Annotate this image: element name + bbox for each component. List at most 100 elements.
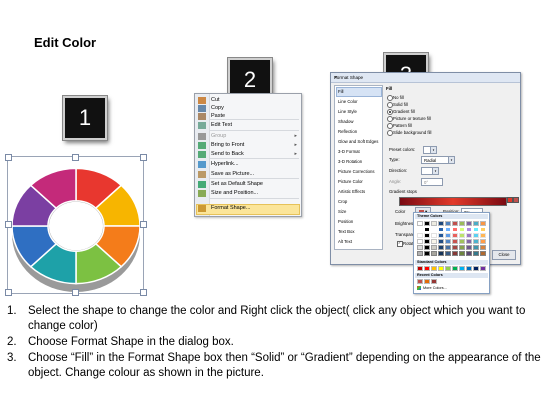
color-swatch[interactable] [459,227,465,232]
category-item[interactable]: Line Color [338,97,358,106]
resize-handle[interactable] [140,221,147,228]
resize-handle[interactable] [72,154,79,161]
color-swatch[interactable] [452,221,458,226]
color-swatch[interactable] [417,279,423,284]
color-swatch[interactable] [431,245,437,250]
color-swatch[interactable] [459,245,465,250]
color-swatch[interactable] [480,233,486,238]
more-colors-link[interactable]: More Colors... [423,286,447,290]
color-swatch[interactable] [431,239,437,244]
close-icon[interactable]: ✕ [334,75,517,81]
color-swatch[interactable] [417,245,423,250]
color-swatch[interactable] [431,266,437,271]
color-swatch[interactable] [424,266,430,271]
color-swatch[interactable] [466,227,472,232]
color-swatch[interactable] [438,245,444,250]
color-swatch[interactable] [431,227,437,232]
menu-item[interactable]: Set as Default Shape [211,180,263,188]
donut-shape[interactable] [5,153,148,296]
color-swatch[interactable] [480,266,486,271]
category-item[interactable]: Crop [338,197,347,206]
color-swatch[interactable] [438,233,444,238]
color-swatch[interactable] [417,266,423,271]
color-swatch[interactable] [473,221,479,226]
type-dropdown[interactable]: Radial ▾ [421,156,455,164]
color-swatch[interactable] [466,239,472,244]
color-swatch[interactable] [480,227,486,232]
color-swatch[interactable] [417,251,423,256]
color-swatch[interactable] [452,245,458,250]
color-swatch[interactable] [424,279,430,284]
resize-handle[interactable] [140,289,147,296]
category-item[interactable]: 3-D Format [338,147,360,156]
resize-handle[interactable] [5,289,12,296]
category-item[interactable]: 3-D Rotation [338,157,362,166]
category-item[interactable]: Shadow [338,117,354,126]
color-swatch[interactable] [424,245,430,250]
color-swatch[interactable] [473,251,479,256]
color-swatch[interactable] [480,251,486,256]
color-swatch[interactable] [473,239,479,244]
category-item[interactable]: Line Style [338,107,357,116]
resize-handle[interactable] [5,221,12,228]
menu-item[interactable]: Format Shape... [211,204,250,212]
color-swatch[interactable] [445,239,451,244]
color-swatch[interactable] [431,233,437,238]
color-swatch[interactable] [480,245,486,250]
color-swatch[interactable] [480,239,486,244]
color-swatch[interactable] [438,227,444,232]
menu-item[interactable]: Edit Text [211,121,232,129]
color-swatch[interactable] [473,233,479,238]
category-item[interactable]: Alt Text [338,237,352,246]
color-swatch[interactable] [480,221,486,226]
category-item[interactable]: Reflection [338,127,357,136]
category-item[interactable]: Picture Corrections [338,167,375,176]
color-swatch[interactable] [445,245,451,250]
color-swatch[interactable] [459,251,465,256]
preset-colors-dropdown[interactable]: ▾ [423,146,437,154]
color-swatch[interactable] [438,251,444,256]
color-swatch[interactable] [466,233,472,238]
category-item[interactable]: Artistic Effects [338,187,365,196]
resize-handle[interactable] [72,289,79,296]
menu-item[interactable]: Send to Back [211,150,244,158]
color-swatch[interactable] [438,239,444,244]
color-swatch[interactable] [431,221,437,226]
color-swatch[interactable] [466,221,472,226]
color-swatch[interactable] [452,233,458,238]
color-swatch[interactable] [452,227,458,232]
resize-handle[interactable] [5,154,12,161]
direction-dropdown[interactable]: ▾ [421,167,439,175]
color-swatch[interactable] [459,239,465,244]
color-swatch[interactable] [438,221,444,226]
color-swatch[interactable] [473,245,479,250]
color-swatch[interactable] [466,266,472,271]
color-swatch[interactable] [424,227,430,232]
color-swatch[interactable] [424,233,430,238]
category-item[interactable]: Text Box [338,227,354,236]
category-item[interactable]: Fill [338,87,344,96]
remove-stop-icon[interactable] [513,197,519,203]
color-swatch[interactable] [466,245,472,250]
angle-field[interactable]: 0° [421,178,443,186]
color-swatch[interactable] [452,239,458,244]
menu-item[interactable]: Bring to Front [211,141,244,149]
menu-item[interactable]: Group [211,132,226,140]
color-swatch[interactable] [445,227,451,232]
color-swatch[interactable] [459,233,465,238]
color-swatch[interactable] [431,279,437,284]
color-swatch[interactable] [417,239,423,244]
color-swatch[interactable] [431,251,437,256]
menu-item[interactable]: Save as Picture... [211,170,254,178]
color-swatch[interactable] [445,251,451,256]
color-swatch[interactable] [452,251,458,256]
menu-item[interactable]: Copy [211,104,224,112]
color-swatch[interactable] [466,251,472,256]
category-item[interactable]: Size [338,207,346,216]
color-swatch[interactable] [417,227,423,232]
color-swatch[interactable] [473,266,479,271]
color-swatch[interactable] [452,266,458,271]
color-swatch[interactable] [424,251,430,256]
color-swatch[interactable] [445,266,451,271]
gradient-stops-bar[interactable] [399,197,507,206]
